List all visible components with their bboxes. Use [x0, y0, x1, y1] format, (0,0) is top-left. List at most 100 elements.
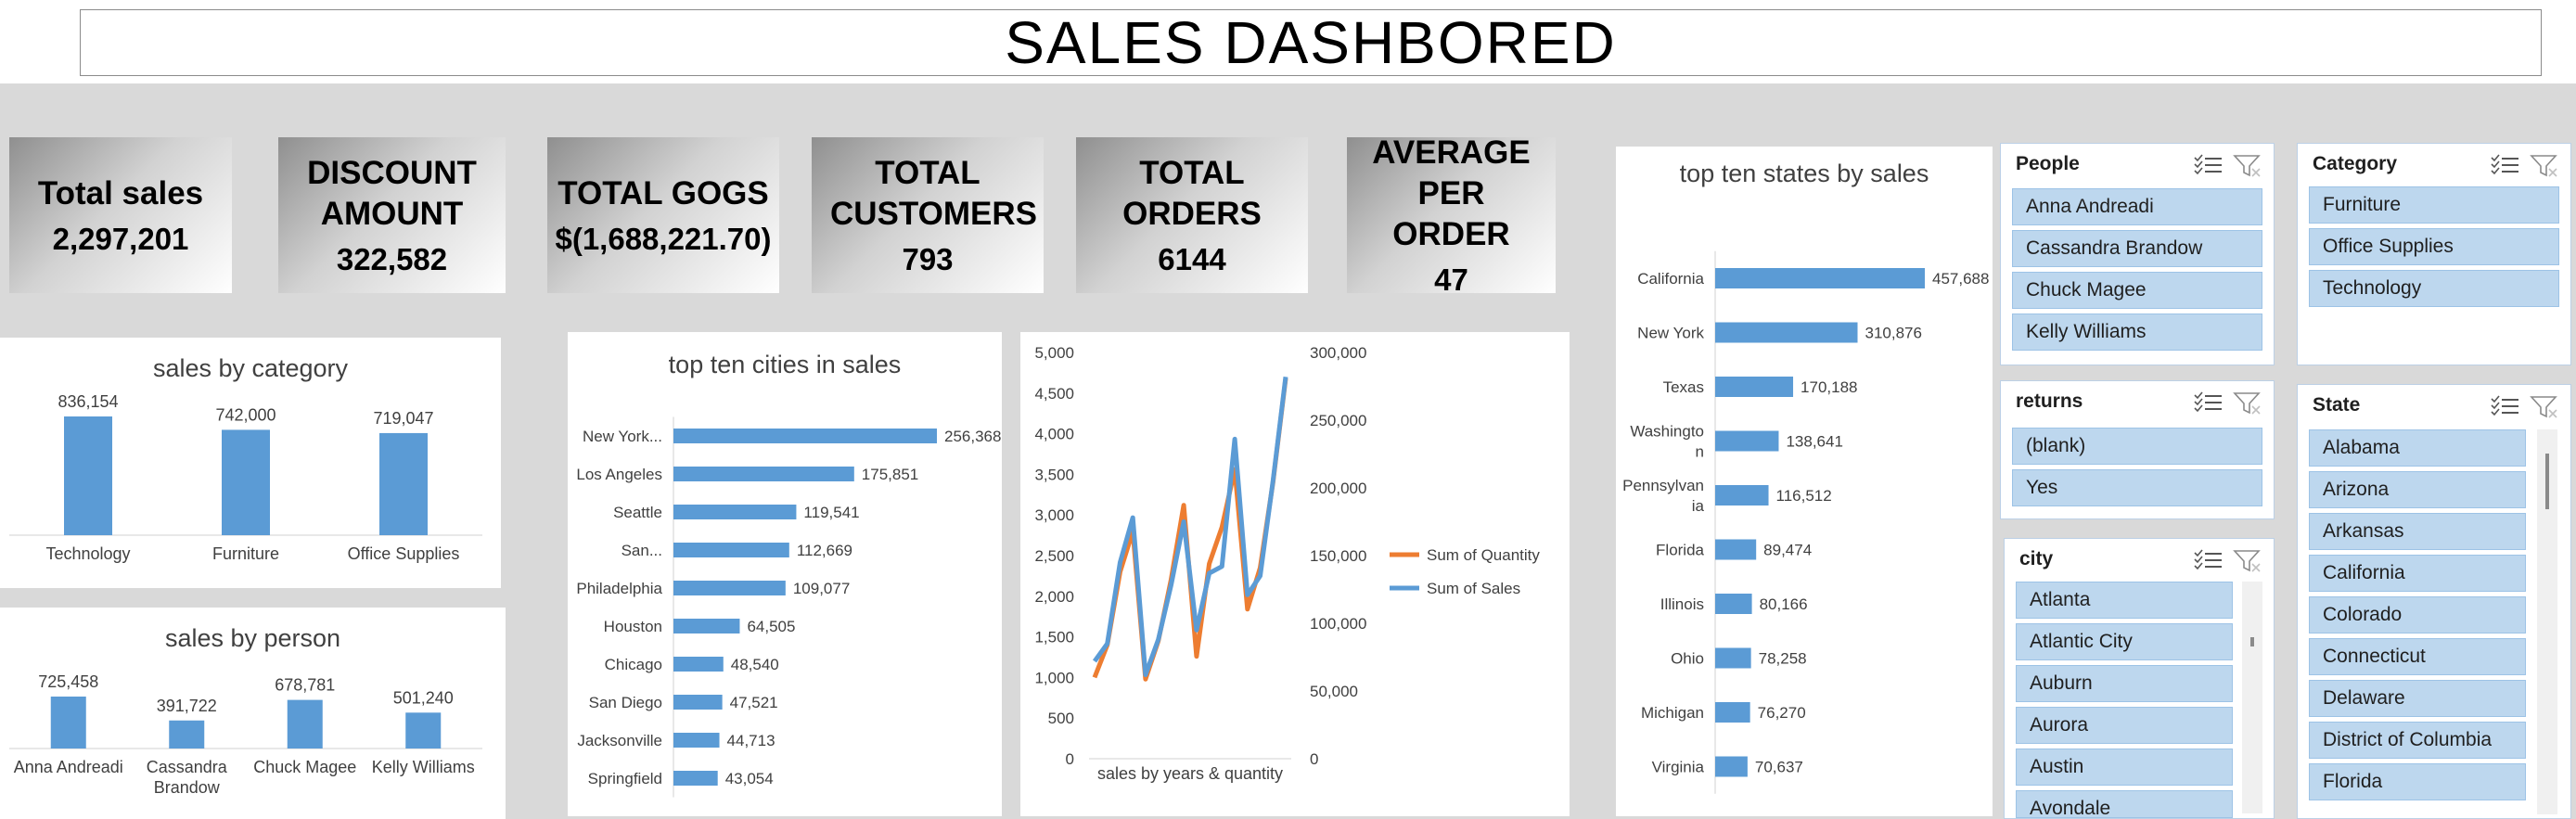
- years-chart-svg: 0 500 1,000 1,500 2,000 2,500 3,000 3,500 4,000 4…: [1034, 344, 1540, 783]
- data-label: 678,781: [275, 676, 335, 695]
- category-label: Virginia: [1652, 759, 1705, 776]
- category-label: Michigan: [1641, 704, 1704, 722]
- states-chart-svg: 457,688 California 310,876 New York 170,188 T…: [1622, 250, 1989, 794]
- bar: [673, 695, 723, 710]
- data-label: 256,368: [944, 428, 1001, 445]
- slicer-item-returns[interactable]: (blank): [2012, 428, 2262, 465]
- bar: [673, 429, 937, 443]
- data-label: 78,258: [1759, 650, 1807, 668]
- category-label: Kelly Williams: [372, 758, 475, 776]
- category-label: Washingto: [1630, 423, 1704, 441]
- slicer-toolbar: [2491, 154, 2557, 177]
- category-label: Houston: [604, 618, 662, 635]
- y-left-tick: 1,000: [1034, 669, 1074, 686]
- slicer-item-state[interactable]: Connecticut: [2309, 638, 2526, 675]
- slicer-item-people[interactable]: Cassandra Brandow: [2012, 230, 2262, 267]
- slicer-item-state[interactable]: California: [2309, 555, 2526, 592]
- y-right-tick: 150,000: [1310, 547, 1366, 565]
- category-label: Philadelphia: [576, 580, 662, 597]
- y-left-tick: 4,500: [1034, 385, 1074, 403]
- slicer-item-state[interactable]: Alabama: [2309, 429, 2526, 467]
- legend-entry: Sum of Sales: [1427, 580, 1520, 597]
- bar: [1715, 377, 1794, 397]
- y-left-tick: 1,500: [1034, 629, 1074, 646]
- clear-filter-icon[interactable]: [2233, 392, 2261, 415]
- slicer-toolbar: [2194, 154, 2261, 177]
- slicer-item-people[interactable]: Chuck Magee: [2012, 272, 2262, 309]
- slicer-item-category[interactable]: Office Supplies: [2309, 228, 2559, 265]
- category-label: Cassandra: [147, 758, 228, 776]
- slicer-item-state[interactable]: Florida: [2309, 763, 2526, 800]
- slicer-item-returns[interactable]: Yes: [2012, 469, 2262, 506]
- slicer-item-city[interactable]: Atlanta: [2016, 582, 2233, 619]
- slicer-item-city[interactable]: Austin: [2016, 749, 2233, 786]
- slicer-item-category[interactable]: Furniture: [2309, 186, 2559, 224]
- data-label: 48,540: [731, 656, 779, 673]
- slicer-item-state[interactable]: Arizona: [2309, 471, 2526, 508]
- clear-filter-icon[interactable]: [2530, 396, 2557, 418]
- bar: [1715, 430, 1779, 452]
- slicer-item-category[interactable]: Technology: [2309, 270, 2559, 307]
- y-right-tick: 250,000: [1310, 412, 1366, 429]
- slicer-item-state[interactable]: Arkansas: [2309, 513, 2526, 550]
- bar: [673, 619, 740, 633]
- data-label: 112,669: [797, 542, 852, 559]
- clear-filter-icon[interactable]: [2530, 155, 2557, 177]
- bar: [1715, 756, 1748, 777]
- category-label: New York: [1637, 325, 1704, 342]
- kpi-label: TOTAL ORDERS: [1122, 155, 1262, 232]
- multi-select-icon[interactable]: [2194, 391, 2222, 413]
- clear-filter-icon[interactable]: [2233, 550, 2261, 572]
- slicer-item-state[interactable]: District of Columbia: [2309, 722, 2526, 759]
- data-label: 119,541: [803, 504, 859, 521]
- kpi-total-sales: Total sales 2,297,201: [9, 137, 232, 293]
- slicer-title: city: [2019, 548, 2054, 569]
- y-left-tick: 3,000: [1034, 506, 1074, 524]
- chart-top-states: top ten states by sales 457,688 Californi…: [1616, 147, 1993, 816]
- x-axis-title: sales by years & quantity: [1097, 764, 1283, 783]
- multi-select-icon[interactable]: [2491, 395, 2518, 416]
- slicer-item-city[interactable]: Atlantic City: [2016, 623, 2233, 660]
- category-label: Springfield: [588, 770, 662, 787]
- data-label: 64,505: [747, 618, 795, 635]
- data-label: 170,188: [1801, 378, 1857, 396]
- bar: [673, 543, 789, 557]
- y-left-tick: 4,000: [1034, 426, 1074, 443]
- scrollbar-thumb[interactable]: [2250, 637, 2254, 646]
- category-label: Technology: [45, 544, 130, 563]
- category-label: San Diego: [589, 694, 662, 711]
- category-label: Brandow: [154, 778, 221, 797]
- cities-chart-svg: 256,368 New York... 175,851 Los Angeles 119,…: [576, 416, 1001, 798]
- y-right-tick: 200,000: [1310, 480, 1366, 497]
- slicer-title: State: [2313, 394, 2361, 416]
- multi-select-icon[interactable]: [2194, 549, 2222, 570]
- slicer-scrollbar[interactable]: [2242, 582, 2262, 813]
- multi-select-icon[interactable]: [2194, 154, 2222, 175]
- slicer-item-state[interactable]: Delaware: [2309, 680, 2526, 717]
- slicer-toolbar: [2194, 391, 2261, 415]
- kpi-value: 793: [902, 242, 954, 276]
- data-label: 310,876: [1865, 325, 1922, 342]
- kpi-value: 6144: [1158, 242, 1226, 276]
- bar: [1715, 268, 1925, 288]
- slicer-scrollbar[interactable]: [2537, 429, 2557, 814]
- slicer-item-city[interactable]: Aurora: [2016, 707, 2233, 744]
- category-label: Pennsylvan: [1622, 477, 1704, 494]
- slicer-item-people[interactable]: Anna Andreadi: [2012, 188, 2262, 225]
- scrollbar-thumb[interactable]: [2545, 454, 2549, 509]
- bar: [169, 720, 205, 749]
- series-line: [1092, 376, 1288, 677]
- multi-select-icon[interactable]: [2491, 154, 2518, 175]
- slicer-item-people[interactable]: Kelly Williams: [2012, 314, 2262, 351]
- clear-filter-icon[interactable]: [2233, 155, 2261, 177]
- slicer-category: Category Furniture Office Supplies Technol…: [2297, 143, 2571, 365]
- bar: [673, 657, 724, 672]
- data-label: 47,521: [730, 694, 778, 711]
- kpi-label: DISCOUNT AMOUNT: [307, 155, 477, 232]
- slicer-item-state[interactable]: Colorado: [2309, 596, 2526, 633]
- slicer-item-city[interactable]: Auburn: [2016, 665, 2233, 702]
- slicer-item-city[interactable]: Avondale: [2016, 790, 2233, 818]
- data-label: 43,054: [725, 770, 774, 787]
- bar: [222, 429, 270, 535]
- bar: [405, 712, 442, 749]
